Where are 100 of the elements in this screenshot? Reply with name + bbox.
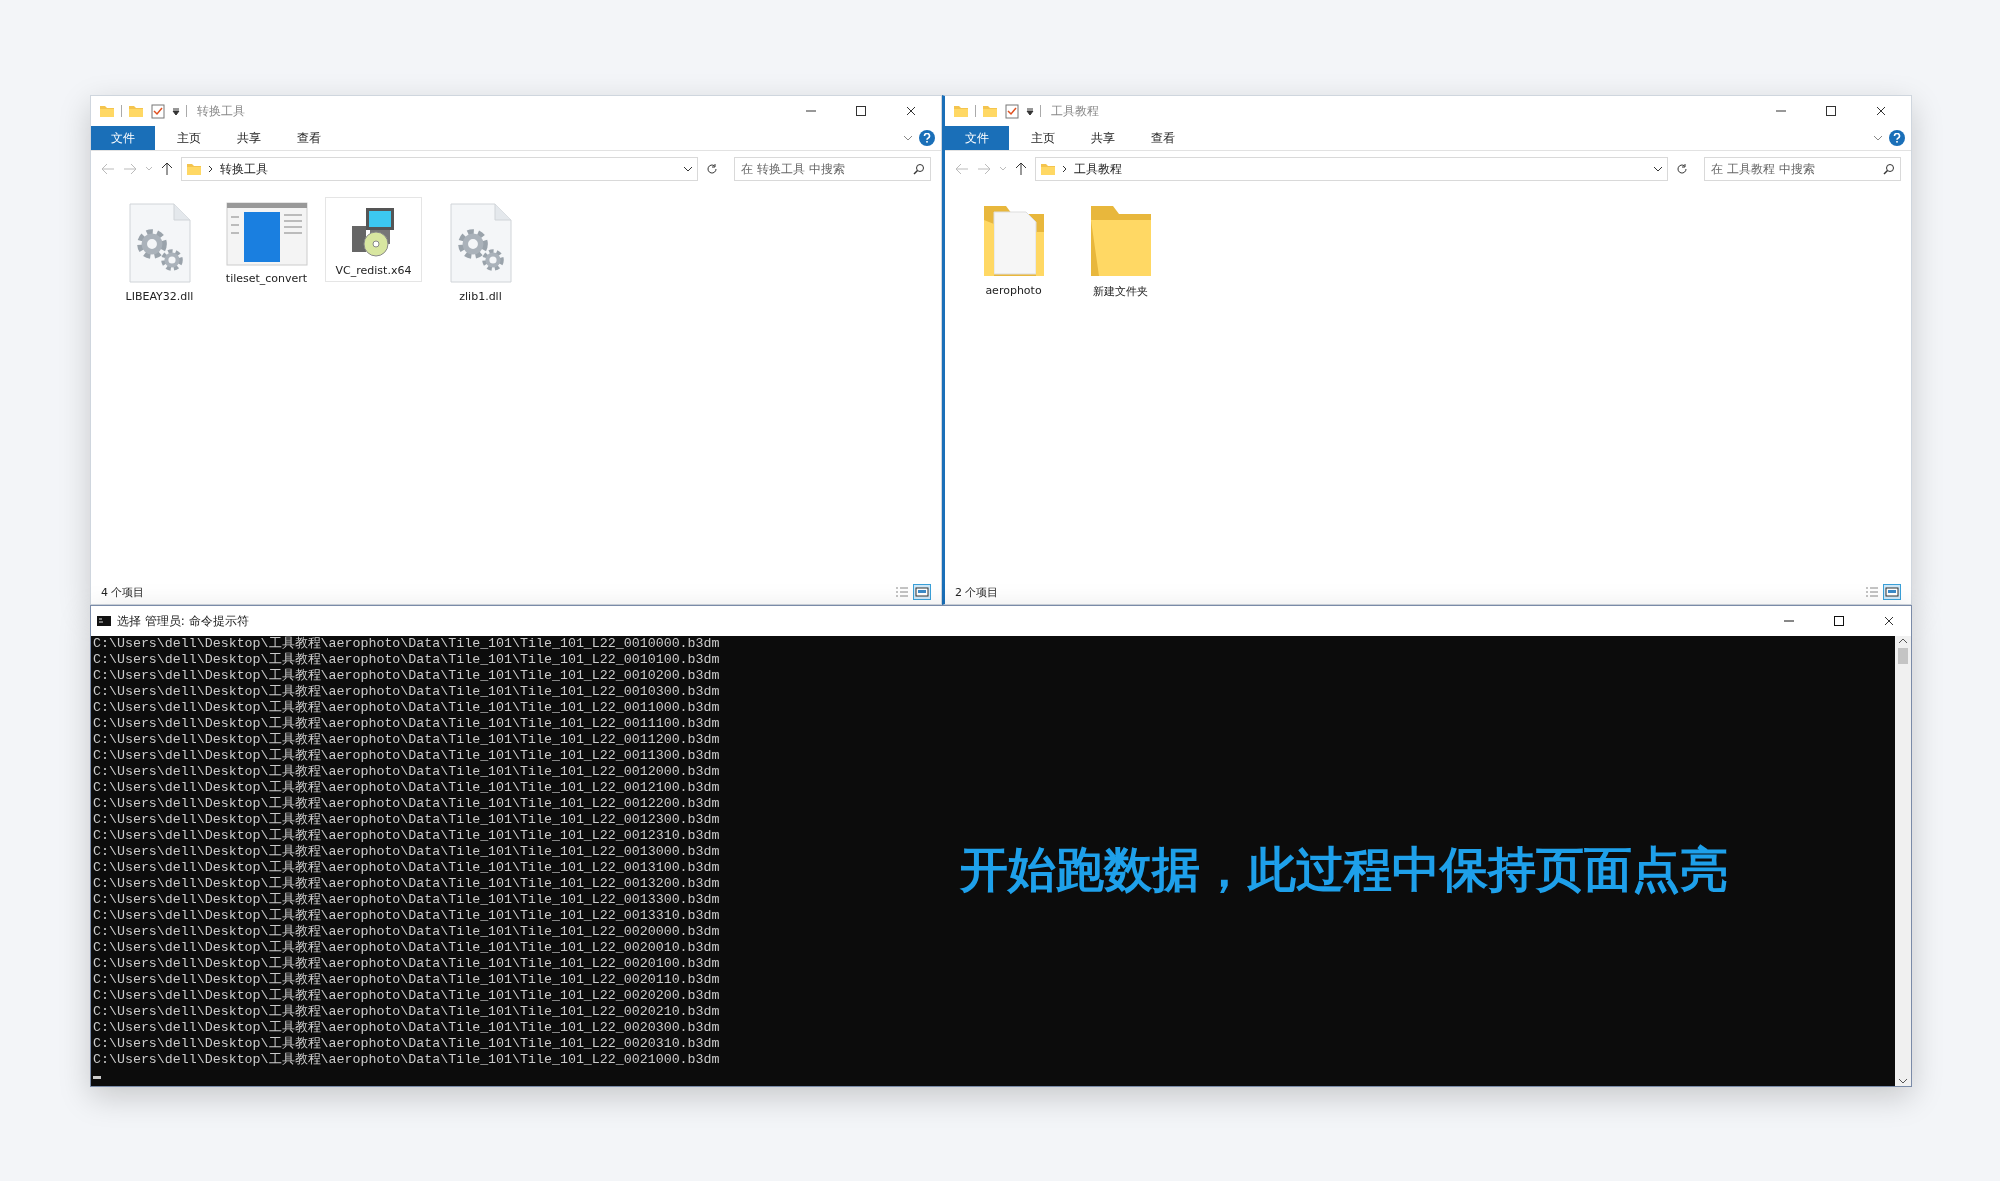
console-line: C:\Users\dell\Desktop\工具教程\aerophoto\Data\Tile_101\Tile_101_L22_0010200.b3dm [93,668,720,684]
console-line: C:\Users\dell\Desktop\工具教程\aerophoto\Data\Tile_101\Tile_101_L22_0020210.b3dm [93,1004,720,1020]
console-line: C:\Users\dell\Desktop\工具教程\aerophoto\Data\Tile_101\Tile_101_L22_0012300.b3dm [93,812,720,828]
view-toggle-button[interactable] [893,584,911,600]
address-bar[interactable]: 转换工具 [181,157,698,181]
console-line: C:\Users\dell\Desktop\工具教程\aerophoto\Data\Tile_101\Tile_101_L22_0021000.b3dm [93,1052,720,1068]
refresh-icon[interactable] [1676,163,1688,175]
file-item[interactable]: VC_redist.x64 [325,197,422,282]
file-item[interactable]: LIBEAY32.dll [111,197,208,308]
text-cursor [93,1076,101,1079]
checklist-icon[interactable] [1004,103,1020,119]
details-view-icon [1865,587,1879,597]
file-name: zlib1.dll [459,290,502,303]
maximize-icon [1825,105,1837,117]
refresh-icon[interactable] [706,163,718,175]
maximize-icon [855,105,867,117]
forward-arrow-icon[interactable] [123,163,137,175]
file-item[interactable]: aerophoto [965,197,1062,302]
up-arrow-icon[interactable] [161,162,173,176]
console-line: C:\Users\dell\Desktop\工具教程\aerophoto\Data\Tile_101\Tile_101_L22_0020310.b3dm [93,1036,720,1052]
folder-icon [186,161,202,177]
file-name: 新建文件夹 [1093,284,1148,299]
folder-icon[interactable] [99,103,115,119]
console-line: C:\Users\dell\Desktop\工具教程\aerophoto\Data\Tile_101\Tile_101_L22_0020100.b3dm [93,956,720,972]
console-line: C:\Users\dell\Desktop\工具教程\aerophoto\Data\Tile_101\Tile_101_L22_0011300.b3dm [93,748,720,764]
search-icon [1883,163,1895,175]
chevron-up-icon [1898,636,1908,646]
chevron-down-icon[interactable] [683,164,693,174]
chevron-down-icon [1898,1076,1908,1086]
console-line: C:\Users\dell\Desktop\工具教程\aerophoto\Data\Tile_101\Tile_101_L22_0011000.b3dm [93,700,720,716]
scrollbar[interactable] [1895,636,1911,1086]
chevron-down-icon[interactable] [1653,164,1663,174]
console-line: C:\Users\dell\Desktop\工具教程\aerophoto\Data\Tile_101\Tile_101_L22_0012100.b3dm [93,780,720,796]
help-icon[interactable] [919,130,935,146]
scrollbar-thumb[interactable] [1898,648,1908,664]
console-line: C:\Users\dell\Desktop\工具教程\aerophoto\Data\Tile_101\Tile_101_L22_0010000.b3dm [93,636,720,652]
ribbon-tab[interactable]: 文件 [945,126,1009,150]
console-line: C:\Users\dell\Desktop\工具教程\aerophoto\Data\Tile_101\Tile_101_L22_0020010.b3dm [93,940,720,956]
console-line: C:\Users\dell\Desktop\工具教程\aerophoto\Data\Tile_101\Tile_101_L22_0013300.b3dm [93,892,720,908]
back-arrow-icon[interactable] [101,163,115,175]
file-name: aerophoto [985,284,1042,297]
console-line: C:\Users\dell\Desktop\工具教程\aerophoto\Data\Tile_101\Tile_101_L22_0010100.b3dm [93,652,720,668]
help-icon[interactable] [1889,130,1905,146]
forward-arrow-icon[interactable] [977,163,991,175]
chevron-right-icon [1062,165,1068,173]
console-line: C:\Users\dell\Desktop\工具教程\aerophoto\Data\Tile_101\Tile_101_L22_0012000.b3dm [93,764,720,780]
caption-text: 开始跑数据，此过程中保持页面点亮 [960,840,1728,899]
ribbon-tab[interactable]: 共享 [223,126,275,150]
file-name: LIBEAY32.dll [125,290,194,303]
view-toggle-button[interactable] [913,584,931,600]
details-view-icon [895,587,909,597]
file-item[interactable]: 新建文件夹 [1072,197,1169,304]
address-path[interactable]: 工具教程 [1074,160,1647,178]
item-count: 2 个项目 [955,584,999,600]
ribbon-tab[interactable]: 共享 [1077,126,1129,150]
ribbon-tab[interactable]: 查看 [283,126,335,150]
up-arrow-icon[interactable] [1015,162,1027,176]
folder-icon[interactable] [953,103,969,119]
console-icon [97,616,111,626]
ribbon-tab[interactable]: 查看 [1137,126,1189,150]
console-line: C:\Users\dell\Desktop\工具教程\aerophoto\Data\Tile_101\Tile_101_L22_0013100.b3dm [93,860,720,876]
console-line: C:\Users\dell\Desktop\工具教程\aerophoto\Data\Tile_101\Tile_101_L22_0013000.b3dm [93,844,720,860]
folder-icon[interactable] [128,103,144,119]
gear-file-icon [127,202,192,284]
large-icons-view-icon [915,587,929,597]
question-mark-icon [923,133,931,143]
search-field[interactable]: 在 转换工具 中搜索 [734,157,931,181]
ribbon-tab[interactable]: 文件 [91,126,155,150]
folder-icon [1040,161,1056,177]
address-bar[interactable]: 工具教程 [1035,157,1668,181]
console-line: C:\Users\dell\Desktop\工具教程\aerophoto\Data\Tile_101\Tile_101_L22_0011200.b3dm [93,732,720,748]
gear-file-icon [448,202,513,284]
maximize-icon [1833,615,1845,627]
console-line: C:\Users\dell\Desktop\工具教程\aerophoto\Data\Tile_101\Tile_101_L22_0012200.b3dm [93,796,720,812]
file-item[interactable]: tileset_convert [218,197,315,290]
large-icons-view-icon [1885,587,1899,597]
console-line: C:\Users\dell\Desktop\工具教程\aerophoto\Data\Tile_101\Tile_101_L22_0020200.b3dm [93,988,720,1004]
ribbon-tab[interactable]: 主页 [1017,126,1069,150]
console-line: C:\Users\dell\Desktop\工具教程\aerophoto\Data\Tile_101\Tile_101_L22_0010300.b3dm [93,684,720,700]
console-line: C:\Users\dell\Desktop\工具教程\aerophoto\Data\Tile_101\Tile_101_L22_0020110.b3dm [93,972,720,988]
item-count: 4 个项目 [101,584,145,600]
console-line: C:\Users\dell\Desktop\工具教程\aerophoto\Data\Tile_101\Tile_101_L22_0011100.b3dm [93,716,720,732]
search-field[interactable]: 在 工具教程 中搜索 [1704,157,1901,181]
view-toggle-button[interactable] [1883,584,1901,600]
console-line: C:\Users\dell\Desktop\工具教程\aerophoto\Data\Tile_101\Tile_101_L22_0020300.b3dm [93,1020,720,1036]
folder-icon[interactable] [982,103,998,119]
search-icon [913,163,925,175]
view-toggle-button[interactable] [1863,584,1881,600]
window-title: 转换工具 [197,102,245,120]
checklist-icon[interactable] [150,103,166,119]
file-name: tileset_convert [225,272,308,285]
file-name: VC_redist.x64 [335,264,412,277]
address-path[interactable]: 转换工具 [220,160,677,178]
window-title: 工具教程 [1051,102,1099,120]
file-item[interactable]: zlib1.dll [432,197,529,308]
back-arrow-icon[interactable] [955,163,969,175]
console-line: C:\Users\dell\Desktop\工具教程\aerophoto\Data\Tile_101\Tile_101_L22_0020000.b3dm [93,924,720,940]
ribbon-tab[interactable]: 主页 [163,126,215,150]
console-line: C:\Users\dell\Desktop\工具教程\aerophoto\Data\Tile_101\Tile_101_L22_0013310.b3dm [93,908,720,924]
question-mark-icon [1893,133,1901,143]
